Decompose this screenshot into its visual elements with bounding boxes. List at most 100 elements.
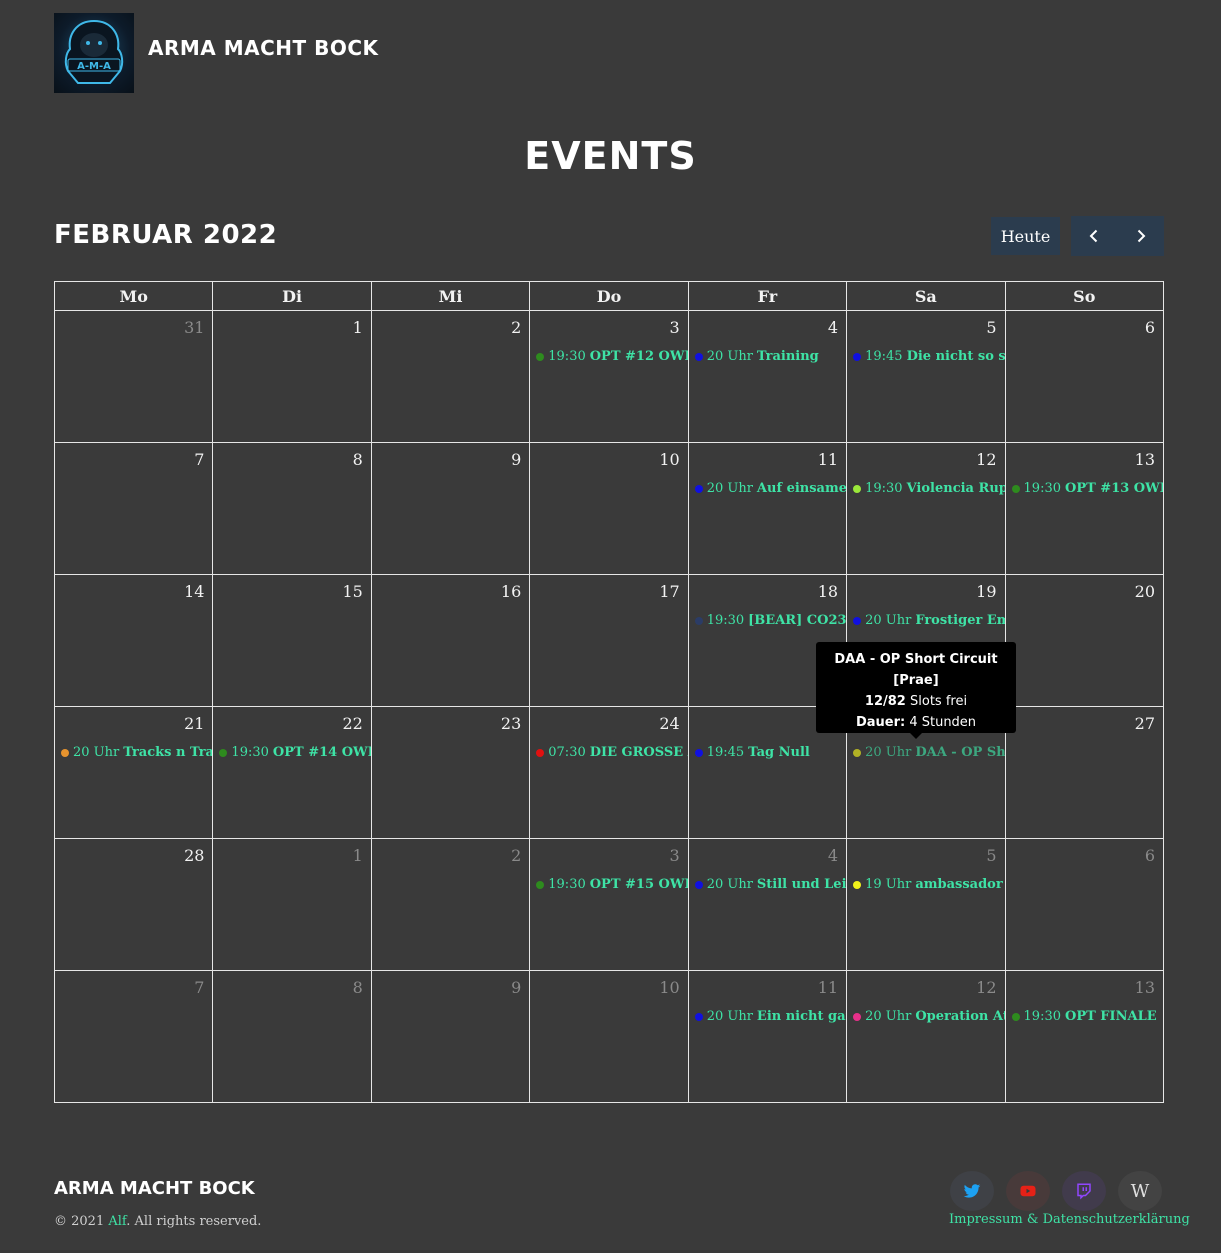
calendar-event[interactable]: 19:30 OPT #15 OWR xyxy=(536,877,687,892)
day-number[interactable]: 5 xyxy=(986,318,996,337)
day-number[interactable]: 8 xyxy=(353,450,363,469)
day-number[interactable]: 9 xyxy=(511,978,521,997)
calendar-day-cell[interactable]: 11 20 UhrAuf einsamen xyxy=(687,442,848,575)
calendar-day-cell[interactable]: 3 19:30 OPT #12 OWR xyxy=(529,310,689,443)
calendar-day-cell[interactable]: 2 xyxy=(370,838,531,971)
day-number[interactable]: 11 xyxy=(818,978,838,997)
twitch-link[interactable] xyxy=(1062,1171,1106,1211)
calendar-event[interactable]: 19:45 Tag Null xyxy=(694,745,846,760)
site-logo[interactable]: A-M-A xyxy=(54,13,134,93)
youtube-link[interactable] xyxy=(1006,1171,1050,1211)
day-number[interactable]: 18 xyxy=(818,582,838,601)
calendar-day-cell[interactable]: 1 xyxy=(212,310,372,443)
calendar-day-cell[interactable]: 9 xyxy=(370,970,531,1103)
calendar-event[interactable]: 19:30 OPT #13 OWR xyxy=(1011,481,1162,496)
wikipedia-link[interactable]: W xyxy=(1118,1171,1162,1211)
day-number[interactable]: 12 xyxy=(976,450,996,469)
calendar-day-cell[interactable]: 6 xyxy=(1004,838,1165,971)
calendar-event[interactable]: 20 UhrFrostiger Emp xyxy=(853,613,1004,628)
calendar-day-cell[interactable]: 24 07:30DIE GROSSE AM xyxy=(529,706,689,839)
author-link[interactable]: Alf xyxy=(108,1214,126,1229)
calendar-day-cell[interactable]: 7 xyxy=(53,970,214,1103)
calendar-event[interactable]: 20 UhrOperation Att xyxy=(853,1009,1004,1024)
calendar-day-cell[interactable]: 22 19:30 OPT #14 OWR xyxy=(212,706,372,839)
imprint-privacy-link[interactable]: Impressum & Datenschutzerklärung xyxy=(949,1212,1190,1227)
calendar-day-cell[interactable]: 4 20 UhrStill und Leise xyxy=(687,838,848,971)
calendar-day-cell[interactable]: 5 19:45Die nicht so spo xyxy=(846,310,1006,443)
twitter-link[interactable] xyxy=(950,1171,994,1211)
day-number[interactable]: 8 xyxy=(353,978,363,997)
day-number[interactable]: 5 xyxy=(986,846,996,865)
day-number[interactable]: 28 xyxy=(184,846,204,865)
calendar-day-cell[interactable]: 2 xyxy=(370,310,531,443)
calendar-day-cell[interactable]: 13 19:30 OPT #13 OWR xyxy=(1004,442,1165,575)
day-number[interactable]: 1 xyxy=(353,846,363,865)
calendar-event[interactable]: 20 UhrAuf einsamen xyxy=(694,481,846,496)
day-number[interactable]: 31 xyxy=(184,318,204,337)
day-number[interactable]: 7 xyxy=(194,450,204,469)
calendar-day-cell[interactable]: 12 20 UhrOperation Att xyxy=(846,970,1006,1103)
calendar-event[interactable]: 20 UhrEin nicht ganz xyxy=(694,1009,846,1024)
calendar-event[interactable]: 20 UhrStill und Leise xyxy=(694,877,846,892)
calendar-day-cell[interactable]: 4 20 Uhr Training xyxy=(687,310,848,443)
day-number[interactable]: 2 xyxy=(511,846,521,865)
day-number[interactable]: 9 xyxy=(511,450,521,469)
calendar-day-cell[interactable]: 31 xyxy=(53,310,214,443)
day-number[interactable]: 13 xyxy=(1135,450,1155,469)
day-number[interactable]: 12 xyxy=(976,978,996,997)
calendar-event[interactable]: 20 UhrDAA - OP Shor xyxy=(853,745,1004,760)
calendar-day-cell[interactable]: 27 xyxy=(1004,706,1165,839)
day-number[interactable]: 22 xyxy=(342,714,362,733)
day-number[interactable]: 10 xyxy=(659,978,679,997)
day-number[interactable]: 24 xyxy=(659,714,679,733)
site-title[interactable]: ARMA MACHT BOCK xyxy=(148,36,379,60)
calendar-day-cell[interactable]: 11 20 UhrEin nicht ganz xyxy=(687,970,848,1103)
calendar-day-cell[interactable]: 5 19 Uhrambassador in xyxy=(846,838,1006,971)
calendar-day-cell[interactable]: 7 xyxy=(53,442,214,575)
today-button[interactable]: Heute xyxy=(991,217,1060,255)
calendar-day-cell[interactable]: 21 20 UhrTracks n Trap xyxy=(53,706,214,839)
day-number[interactable]: 3 xyxy=(670,318,680,337)
calendar-day-cell[interactable]: 3 19:30 OPT #15 OWR xyxy=(529,838,689,971)
calendar-event[interactable]: 19:45Die nicht so spo xyxy=(853,349,1004,364)
calendar-event[interactable]: 19:30Violencia Rupur xyxy=(853,481,1004,496)
day-number[interactable]: 14 xyxy=(184,582,204,601)
calendar-day-cell[interactable]: 23 xyxy=(370,706,531,839)
day-number[interactable]: 15 xyxy=(342,582,362,601)
day-number[interactable]: 6 xyxy=(1145,318,1155,337)
day-number[interactable]: 11 xyxy=(818,450,838,469)
next-month-button[interactable] xyxy=(1118,216,1165,256)
calendar-day-cell[interactable]: 9 xyxy=(370,442,531,575)
calendar-event[interactable]: 19:30 OPT FINALE xyxy=(1011,1009,1163,1024)
calendar-day-cell[interactable]: 20 xyxy=(1004,574,1165,707)
day-number[interactable]: 19 xyxy=(976,582,996,601)
calendar-day-cell[interactable]: 1 xyxy=(212,838,372,971)
calendar-day-cell[interactable]: 13 19:30 OPT FINALE xyxy=(1004,970,1165,1103)
calendar-event[interactable]: 20 UhrTracks n Trap xyxy=(61,745,212,760)
day-number[interactable]: 3 xyxy=(670,846,680,865)
day-number[interactable]: 17 xyxy=(659,582,679,601)
calendar-day-cell[interactable]: 28 xyxy=(53,838,214,971)
day-number[interactable]: 4 xyxy=(828,318,838,337)
calendar-day-cell[interactable]: 8 xyxy=(212,442,372,575)
day-number[interactable]: 7 xyxy=(194,978,204,997)
day-number[interactable]: 16 xyxy=(501,582,521,601)
calendar-day-cell[interactable]: 8 xyxy=(212,970,372,1103)
day-number[interactable]: 20 xyxy=(1135,582,1155,601)
calendar-day-cell[interactable]: 6 xyxy=(1004,310,1165,443)
prev-month-button[interactable] xyxy=(1071,216,1118,256)
calendar-day-cell[interactable]: 15 xyxy=(212,574,372,707)
calendar-event[interactable]: 19 Uhrambassador in xyxy=(853,877,1004,892)
calendar-day-cell[interactable]: 10 xyxy=(529,442,689,575)
calendar-event[interactable]: 19:30[BEAR] CO23 OI xyxy=(694,613,846,628)
calendar-day-cell[interactable]: 10 xyxy=(529,970,689,1103)
calendar-event[interactable]: 20 Uhr Training xyxy=(694,349,846,364)
calendar-day-cell[interactable]: 12 19:30Violencia Rupur xyxy=(846,442,1006,575)
day-number[interactable]: 21 xyxy=(184,714,204,733)
day-number[interactable]: 27 xyxy=(1135,714,1155,733)
calendar-event[interactable]: 19:30 OPT #14 OWR xyxy=(219,745,370,760)
day-number[interactable]: 4 xyxy=(828,846,838,865)
calendar-event[interactable]: 07:30DIE GROSSE AM xyxy=(536,745,687,760)
day-number[interactable]: 13 xyxy=(1135,978,1155,997)
calendar-day-cell[interactable]: 16 xyxy=(370,574,531,707)
